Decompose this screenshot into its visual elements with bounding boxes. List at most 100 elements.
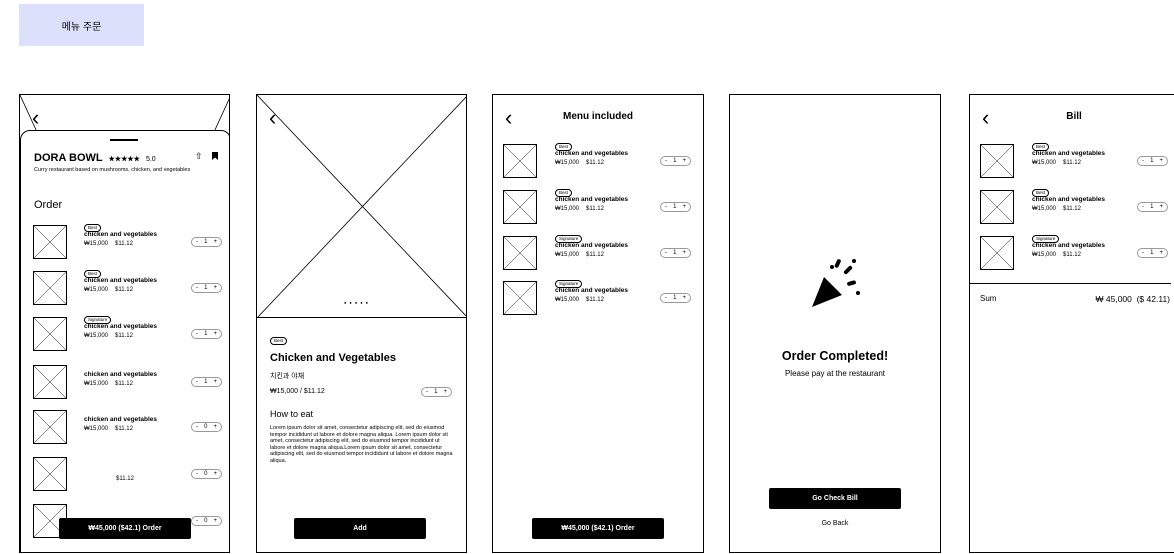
- minus-icon[interactable]: -: [1142, 158, 1144, 164]
- quantity-stepper[interactable]: -1 +: [191, 237, 222, 247]
- item-name: chicken and vegetables: [1032, 196, 1105, 203]
- item-price: ₩15,000 $11.12: [1032, 160, 1088, 166]
- item-price-krw: ₩15,000: [555, 252, 580, 258]
- screen-bill: ‹ Bill Best chicken and vegetables ₩15,000…: [969, 94, 1174, 553]
- sum-label: Sum: [980, 294, 997, 303]
- plus-icon[interactable]: +: [682, 250, 686, 256]
- menu-item-image: [33, 457, 67, 491]
- quantity-stepper[interactable]: -1 +: [660, 293, 691, 303]
- quantity-value: 0: [204, 518, 208, 524]
- quantity-stepper[interactable]: -1 +: [660, 202, 691, 212]
- plus-icon[interactable]: +: [682, 158, 686, 164]
- minus-icon[interactable]: -: [665, 158, 667, 164]
- minus-icon[interactable]: -: [196, 518, 198, 524]
- item-price-krw: ₩15,000: [84, 333, 109, 339]
- item-price-krw: ₩15,000: [84, 287, 109, 293]
- minus-icon[interactable]: -: [196, 379, 198, 385]
- minus-icon[interactable]: -: [665, 204, 667, 210]
- plus-icon[interactable]: +: [213, 471, 217, 477]
- quantity-stepper[interactable]: -1 +: [660, 248, 691, 258]
- menu-item-image: [503, 281, 537, 315]
- plus-icon[interactable]: +: [213, 239, 217, 245]
- item-price: ₩15,000 $11.12: [84, 287, 140, 293]
- order-button[interactable]: ₩45,000 ($42.1) Order: [59, 518, 191, 539]
- minus-icon[interactable]: -: [665, 295, 667, 301]
- minus-icon[interactable]: -: [426, 389, 428, 395]
- item-price: ₩15,000 $11.12: [555, 252, 611, 258]
- quantity-stepper[interactable]: -1 +: [660, 156, 691, 166]
- item-price-usd: $11.12: [586, 252, 604, 258]
- quantity-stepper[interactable]: -1 +: [1137, 202, 1168, 212]
- screen-restaurant-menu: ‹ DORA BOWL ★★★★★ 5.0 ⇧ Curry restaurant…: [19, 94, 230, 553]
- menu-item-image: [980, 190, 1014, 224]
- plus-icon[interactable]: +: [213, 285, 217, 291]
- screen-order-completed: Order Completed! Please pay at the resta…: [729, 94, 941, 553]
- item-name: chicken and vegetables: [555, 242, 628, 249]
- item-price: ₩15,000 $11.12: [84, 241, 140, 247]
- minus-icon[interactable]: -: [196, 285, 198, 291]
- bookmark-icon[interactable]: [212, 152, 218, 160]
- quantity-stepper[interactable]: - 1 +: [421, 387, 452, 397]
- plus-icon[interactable]: +: [213, 518, 217, 524]
- minus-icon[interactable]: -: [196, 424, 198, 430]
- go-check-bill-button[interactable]: Go Check Bill: [769, 488, 901, 509]
- back-chevron-icon[interactable]: ‹: [269, 107, 276, 129]
- item-price-krw: ₩15,000: [555, 297, 580, 303]
- quantity-value: 1: [673, 250, 677, 256]
- quantity-value: 1: [204, 285, 208, 291]
- plus-icon[interactable]: +: [1159, 158, 1163, 164]
- page-title: Bill: [1066, 111, 1082, 122]
- item-price: ₩15,000 $11.12: [84, 381, 140, 387]
- share-icon[interactable]: ⇧: [195, 151, 203, 162]
- minus-icon[interactable]: -: [196, 471, 198, 477]
- go-back-link[interactable]: Go Back: [730, 520, 940, 527]
- menu-korean-name: 치킨과 야채: [270, 373, 305, 380]
- menu-title: Chicken and Vegetables: [270, 352, 396, 364]
- menu-item-image: [33, 271, 67, 305]
- item-price-usd: $11.12: [586, 297, 604, 303]
- minus-icon[interactable]: -: [196, 239, 198, 245]
- item-name: chicken and vegetables: [1032, 242, 1105, 249]
- sheet-handle[interactable]: [110, 139, 138, 141]
- plus-icon[interactable]: +: [443, 389, 447, 395]
- quantity-stepper[interactable]: -1 +: [191, 329, 222, 339]
- quantity-value: 1: [673, 295, 677, 301]
- item-name: chicken and vegetables: [84, 277, 157, 284]
- quantity-stepper[interactable]: -0 +: [191, 422, 222, 432]
- completion-subtitle: Please pay at the restaurant: [784, 369, 886, 378]
- plus-icon[interactable]: +: [1159, 204, 1163, 210]
- quantity-stepper[interactable]: -0 +: [191, 469, 222, 479]
- minus-icon[interactable]: -: [196, 331, 198, 337]
- menu-image-placeholder: [257, 95, 466, 318]
- plus-icon[interactable]: +: [213, 379, 217, 385]
- item-name: chicken and vegetables: [555, 287, 628, 294]
- plus-icon[interactable]: +: [213, 424, 217, 430]
- plus-icon[interactable]: +: [682, 204, 686, 210]
- plus-icon[interactable]: +: [682, 295, 686, 301]
- quantity-stepper[interactable]: -1 +: [191, 283, 222, 293]
- minus-icon[interactable]: -: [665, 250, 667, 256]
- add-button[interactable]: Add: [294, 518, 426, 539]
- plus-icon[interactable]: +: [213, 331, 217, 337]
- item-price: ₩15,000 $11.12: [84, 426, 140, 432]
- item-price: ₩15,000 $11.12: [555, 160, 611, 166]
- minus-icon[interactable]: -: [1142, 204, 1144, 210]
- carousel-dots[interactable]: ●●●●●: [344, 300, 371, 305]
- plus-icon[interactable]: +: [1159, 250, 1163, 256]
- item-name: chicken and vegetables: [1032, 150, 1105, 157]
- order-button[interactable]: ₩45,000 ($42.1) Order: [532, 518, 664, 539]
- back-chevron-icon[interactable]: ‹: [32, 107, 39, 129]
- item-price-usd: $11.12: [1063, 252, 1081, 258]
- item-price-krw: ₩15,000: [555, 206, 580, 212]
- quantity-value: 1: [434, 389, 438, 395]
- quantity-stepper[interactable]: -1 +: [1137, 156, 1168, 166]
- minus-icon[interactable]: -: [1142, 250, 1144, 256]
- quantity-value: 1: [1150, 158, 1154, 164]
- quantity-stepper[interactable]: -1 +: [1137, 248, 1168, 258]
- quantity-stepper[interactable]: -0 +: [191, 516, 222, 526]
- item-price-krw: ₩15,000: [84, 381, 109, 387]
- item-price-usd: $11.12: [115, 241, 133, 247]
- how-to-eat-heading: How to eat: [270, 409, 314, 419]
- item-price: $11.12: [84, 476, 141, 482]
- quantity-stepper[interactable]: -1 +: [191, 377, 222, 387]
